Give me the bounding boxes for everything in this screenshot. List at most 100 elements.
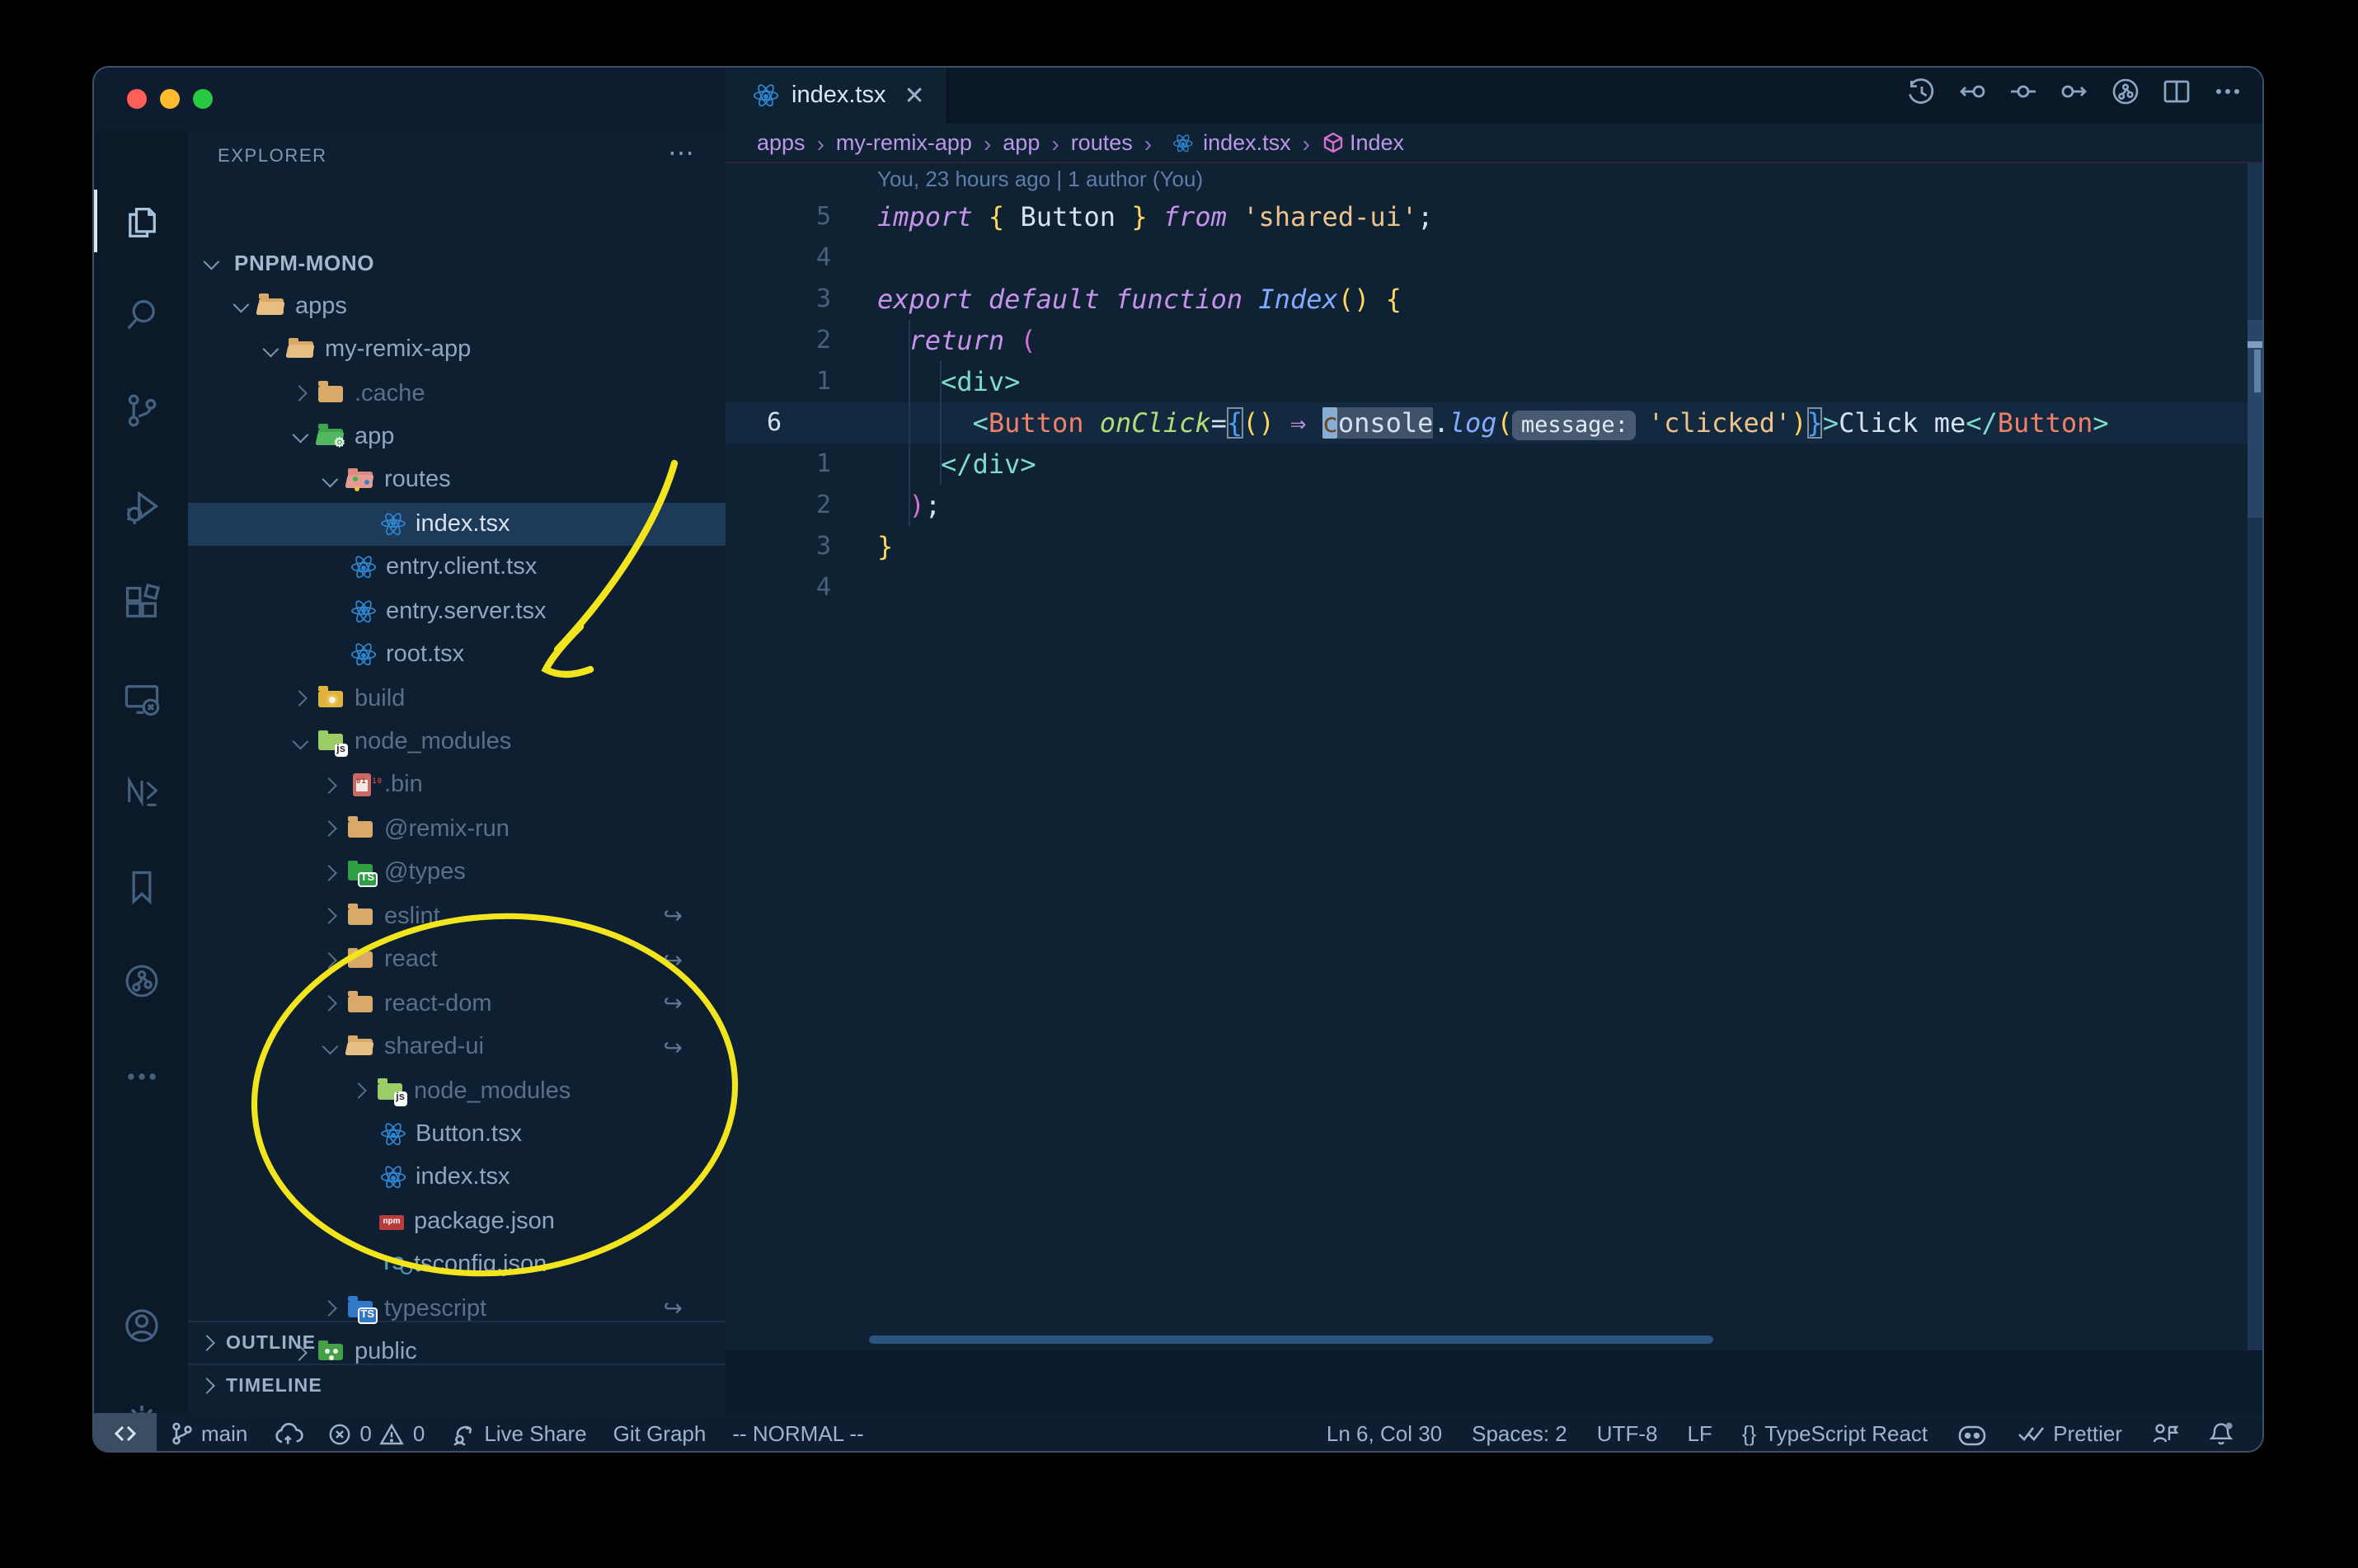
timeline-section[interactable]: TIMELINE [188, 1364, 726, 1406]
tree-item-node-modules[interactable]: js node_modules [188, 1069, 726, 1113]
bookmarks-icon[interactable] [122, 867, 162, 907]
outline-section[interactable]: OUTLINE [188, 1321, 726, 1364]
more-actions-icon[interactable] [2213, 77, 2243, 114]
copilot-status-item[interactable] [1942, 1413, 2002, 1451]
breadcrumb-item[interactable]: routes [1071, 130, 1133, 155]
live-share-label: Live Share [484, 1421, 587, 1446]
git-graph-icon[interactable] [2111, 77, 2140, 114]
tree-item-react-dom[interactable]: react-dom ↪ [188, 982, 726, 1026]
cursor-position-item[interactable]: Ln 6, Col 30 [1312, 1413, 1457, 1451]
timeline-history-icon[interactable] [1906, 77, 1936, 114]
code-line[interactable]: 6 <Button onClick={() ⇒ console.log(mess… [726, 402, 2262, 444]
branch-status-item[interactable]: main [157, 1413, 261, 1451]
double-check-icon [2018, 1427, 2045, 1441]
more-views-icon[interactable] [122, 1057, 162, 1096]
tree-item-label: tsconfig.json [414, 1251, 547, 1279]
breadcrumb-separator: › [816, 129, 824, 156]
explorer-icon[interactable] [122, 203, 162, 242]
previous-change-icon[interactable] [1957, 77, 1987, 114]
git-blame-annotation: You, 23 hours ago | 1 author (You) [877, 167, 1204, 191]
tree-item-apps[interactable]: apps [188, 284, 726, 328]
problems-status-item[interactable]: 0 0 [315, 1413, 438, 1451]
tree-item-label: index.tsx [416, 1164, 510, 1191]
remote-icon [114, 1425, 137, 1442]
folder-open-icon [348, 1034, 376, 1060]
code-line[interactable]: 2 ); [726, 485, 2262, 526]
code-line[interactable]: 4 [726, 567, 2262, 608]
line-number: 1 [815, 366, 831, 396]
tree-item--bin[interactable]: 01 10 .bin [188, 764, 726, 808]
breadcrumb-item[interactable]: my-remix-app [836, 130, 972, 155]
explorer-more-icon[interactable]: ⋯ [668, 137, 696, 170]
tree-item-node-modules[interactable]: js node_modules [188, 721, 726, 764]
vertical-scrollbar[interactable] [2248, 163, 2262, 1350]
tree-item-index-tsx[interactable]: index.tsx [188, 502, 726, 547]
vim-mode-indicator[interactable]: -- NORMAL -- [719, 1413, 876, 1451]
react-icon [378, 510, 407, 538]
code-line[interactable]: 1 </div> [726, 444, 2262, 485]
eol-item[interactable]: LF [1672, 1413, 1726, 1451]
code-area[interactable]: You, 23 hours ago | 1 author (You) 5 impo… [726, 163, 2262, 1350]
chevron-right-icon [321, 995, 337, 1012]
tree-item-entry-server-tsx[interactable]: entry.server.tsx [188, 589, 726, 633]
remote-indicator[interactable] [94, 1413, 157, 1451]
sync-status-item[interactable] [261, 1413, 315, 1451]
breadcrumb-item[interactable]: index.tsx [1163, 129, 1291, 156]
breadcrumb-item-symbol[interactable]: Index [1322, 130, 1404, 155]
tree-item--types[interactable]: TS @types [188, 851, 726, 894]
change-icon[interactable] [2008, 77, 2038, 114]
tree-item-package-json[interactable]: npm package.json [188, 1199, 726, 1243]
source-control-icon[interactable] [122, 391, 162, 430]
tree-item-build[interactable]: build [188, 677, 726, 721]
tree-item--remix-run[interactable]: @remix-run [188, 807, 726, 851]
tab-index-tsx[interactable]: index.tsx ✕ [726, 68, 948, 124]
tree-item-tsconfig-json[interactable]: TS tsconfig.json [188, 1243, 726, 1287]
prettier-status-item[interactable]: Prettier [2002, 1413, 2137, 1451]
code-line[interactable]: 1 <div> [726, 361, 2262, 402]
next-change-icon[interactable] [2060, 77, 2089, 114]
chevron-right-icon [321, 777, 337, 794]
encoding-item[interactable]: UTF-8 [1582, 1413, 1673, 1451]
breadcrumb-item[interactable]: app [1003, 130, 1040, 155]
tree-item-shared-ui[interactable]: shared-ui ↪ [188, 1026, 726, 1069]
language-mode-item[interactable]: {} TypeScript React [1727, 1413, 1942, 1451]
tree-item-label: entry.server.tsx [386, 598, 547, 625]
code-line[interactable]: 2 return ( [726, 320, 2262, 361]
tree-item-my-remix-app[interactable]: my-remix-app [188, 328, 726, 372]
tree-item-button-tsx[interactable]: Button.tsx [188, 1113, 726, 1157]
breadcrumb-item[interactable]: apps [757, 130, 806, 155]
folder-ts-icon: TS [348, 1295, 378, 1324]
notifications-status-item[interactable] [2193, 1413, 2249, 1451]
tree-item-entry-client-tsx[interactable]: entry.client.tsx [188, 546, 726, 589]
code-line[interactable]: 5 import { Button } from 'shared-ui'; [726, 196, 2262, 237]
git-graph-icon[interactable] [122, 961, 162, 1001]
live-share-status-item[interactable]: Live Share [438, 1413, 599, 1451]
split-editor-icon[interactable] [2162, 77, 2191, 114]
remote-explorer-icon[interactable] [122, 679, 162, 719]
feedback-status-item[interactable] [2137, 1413, 2193, 1451]
code-line[interactable]: 3} [726, 526, 2262, 567]
tree-item-app[interactable]: ⚙ app [188, 415, 726, 459]
tree-item-eslint[interactable]: eslint ↪ [188, 894, 726, 938]
run-and-debug-icon[interactable] [122, 486, 162, 526]
git-graph-status-item[interactable]: Git Graph [600, 1413, 720, 1451]
search-icon[interactable] [122, 295, 162, 335]
language-label: TypeScript React [1764, 1421, 1928, 1446]
horizontal-scrollbar[interactable] [869, 1336, 1713, 1344]
tree-item-react[interactable]: react ↪ [188, 938, 726, 982]
indentation-item[interactable]: Spaces: 2 [1457, 1413, 1582, 1451]
folder-icon [318, 380, 346, 406]
code-line[interactable]: 4 [726, 237, 2262, 279]
account-icon[interactable] [122, 1306, 162, 1345]
tree-item--cache[interactable]: .cache [188, 372, 726, 415]
tree-item-pnpm-mono[interactable]: PNPM-MONO [188, 241, 726, 284]
chevron-down-icon [233, 296, 250, 313]
tree-item-root-tsx[interactable]: root.tsx [188, 633, 726, 677]
live-share-icon [453, 1425, 472, 1446]
code-line[interactable]: 3 export default function Index() { [726, 279, 2262, 320]
nx-console-icon[interactable] [122, 772, 162, 811]
extensions-icon[interactable] [122, 583, 162, 623]
tree-item-routes[interactable]: routes [188, 458, 726, 502]
tree-item-index-tsx[interactable]: index.tsx [188, 1156, 726, 1199]
close-tab-icon[interactable]: ✕ [904, 81, 924, 110]
